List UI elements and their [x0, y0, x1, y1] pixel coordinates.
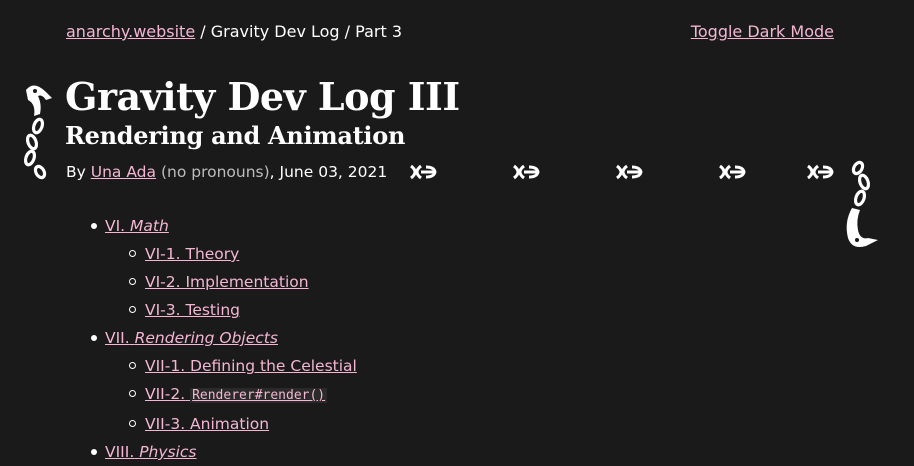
toc-section: VI. Math [66, 212, 357, 240]
toc-section: VII. Rendering Objects [66, 324, 357, 352]
serpent-icon [846, 160, 878, 247]
serpent-icon [23, 85, 52, 180]
author-pronouns: (no pronouns) [160, 163, 270, 181]
toc-section-link[interactable]: VII. Rendering Objects [105, 329, 278, 347]
chain-link-icon [513, 164, 540, 180]
page-title: Gravity Dev Log III [65, 74, 460, 119]
chain-link-icon [616, 164, 643, 180]
breadcrumb-separator: / [344, 22, 351, 41]
breadcrumb-section: Gravity Dev Log [210, 22, 340, 41]
toc-item-link[interactable]: VII-3. Animation [145, 415, 269, 433]
byline-prefix: By [66, 163, 86, 181]
toc-item-link[interactable]: VI-1. Theory [145, 245, 239, 263]
breadcrumb-separator: / [200, 22, 206, 41]
table-of-contents: VI. Math VI-1. Theory VI-2. Implementati… [66, 212, 357, 466]
byline: By Una Ada (no pronouns), June 03, 2021 [66, 160, 387, 184]
breadcrumb: anarchy.website / Gravity Dev Log / Part… [66, 20, 402, 44]
toc-item-link[interactable]: VII-2. Renderer#render() [145, 385, 328, 403]
toc-section-link[interactable]: VIII. Physics [105, 443, 197, 461]
chain-link-icon [410, 164, 437, 180]
chain-divider [408, 160, 838, 184]
publish-date: , June 03, 2021 [269, 163, 388, 181]
chain-link-icon [719, 164, 746, 180]
toc-item: VI-1. Theory [66, 240, 357, 268]
toc-item-link[interactable]: VI-2. Implementation [145, 273, 309, 291]
page-subtitle: Rendering and Animation [65, 121, 406, 150]
toc-section: VIII. Physics [66, 438, 357, 466]
toc-item: VII-1. Defining the Celestial [66, 352, 357, 380]
toc-item: VI-3. Testing [66, 296, 357, 324]
toc-item: VII-2. Renderer#render() [66, 380, 357, 410]
toc-item: VII-3. Animation [66, 410, 357, 438]
top-bar: anarchy.website / Gravity Dev Log / Part… [66, 20, 834, 44]
toc-section-link[interactable]: VI. Math [105, 217, 169, 235]
toc-item-link[interactable]: VII-1. Defining the Celestial [145, 357, 357, 375]
breadcrumb-home-link[interactable]: anarchy.website [66, 22, 195, 41]
toc-list: VI. Math VI-1. Theory VI-2. Implementati… [66, 212, 357, 466]
author-link[interactable]: Una Ada [91, 163, 156, 181]
toc-item-link[interactable]: VI-3. Testing [145, 301, 240, 319]
toc-item: VI-2. Implementation [66, 268, 357, 296]
chain-link-icon [807, 164, 834, 180]
toggle-dark-mode-link[interactable]: Toggle Dark Mode [691, 20, 834, 44]
breadcrumb-current: Part 3 [355, 22, 403, 41]
code-snippet: Renderer#render() [190, 388, 328, 403]
